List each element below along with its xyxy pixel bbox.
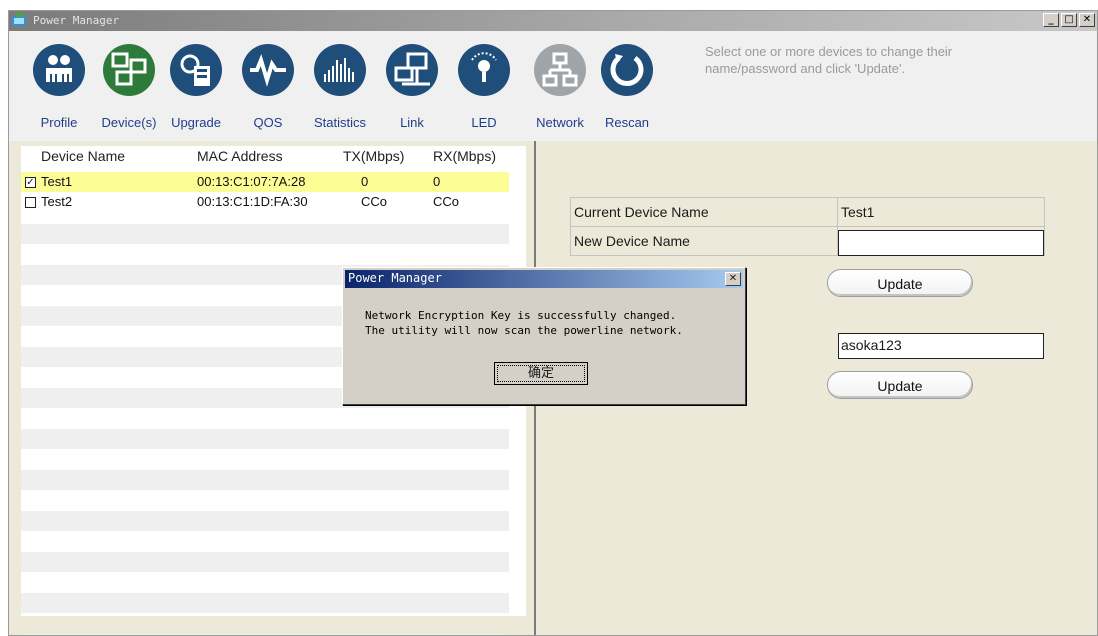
toolbar-upgrade-button[interactable]: Upgrade	[166, 31, 226, 141]
app-icon	[12, 13, 26, 26]
toolbar-qos-button[interactable]: QOS	[238, 31, 298, 141]
instruction-text: Select one or more devices to change the…	[705, 44, 953, 76]
dialog-ok-label: 确定	[497, 365, 585, 382]
rescan-icon	[601, 44, 653, 96]
empty-row-stripe	[21, 552, 509, 572]
close-button[interactable]: ✕	[1079, 13, 1095, 27]
upgrade-icon	[170, 44, 222, 96]
tx-cell: CCo	[361, 194, 388, 209]
password-input[interactable]: asoka123	[838, 333, 1044, 359]
current-device-name-label: Current Device Name	[570, 197, 838, 227]
col-header-device-name[interactable]: Device Name	[41, 148, 125, 164]
link-computer-icon	[386, 44, 438, 96]
people-icon	[33, 44, 85, 96]
table-row[interactable]: ✓ Test1 00:13:C1:07:7A:28 0 0	[21, 172, 509, 192]
dialog-close-button[interactable]: ✕	[725, 272, 741, 286]
empty-row-stripe	[21, 593, 509, 613]
empty-row-stripe	[21, 429, 509, 449]
dialog-ok-button[interactable]: 确定	[494, 362, 588, 385]
new-device-name-label: New Device Name	[570, 226, 838, 256]
row-checkbox[interactable]: ✓	[25, 177, 36, 188]
toolbar: Profile Device(s) Upgrade QOS Statistics	[9, 31, 1097, 141]
toolbar-link-button[interactable]: Link	[382, 31, 442, 141]
toolbar-rescan-button[interactable]: Rescan	[597, 31, 657, 141]
device-name-cell: Test2	[41, 194, 73, 209]
toolbar-link-label: Link	[400, 115, 424, 130]
device-name-cell: Test1	[41, 174, 73, 189]
bars-icon	[314, 44, 366, 96]
dialog-title-bar[interactable]: Power Manager ✕	[345, 270, 743, 288]
empty-row-stripe	[21, 470, 509, 490]
tx-cell: 0	[361, 174, 369, 189]
toolbar-led-label: LED	[471, 115, 497, 130]
empty-row-stripe	[21, 511, 509, 531]
col-header-mac[interactable]: MAC Address	[197, 148, 283, 164]
title-bar[interactable]: Power Manager _ □ ✕	[9, 11, 1097, 31]
window-title: Power Manager	[33, 14, 120, 27]
dialog-title: Power Manager	[348, 271, 442, 285]
rx-cell: 0	[433, 174, 441, 189]
empty-row-stripe	[21, 224, 509, 244]
devices-icon	[103, 44, 155, 96]
pulse-icon	[242, 44, 294, 96]
col-header-tx[interactable]: TX(Mbps)	[343, 148, 404, 164]
mac-cell: 00:13:C1:1D:FA:30	[197, 194, 308, 209]
message-dialog: Power Manager ✕ Network Encryption Key i…	[342, 267, 746, 405]
mac-cell: 00:13:C1:07:7A:28	[197, 174, 306, 189]
row-checkbox[interactable]	[25, 197, 36, 208]
dialog-message: Network Encryption Key is successfully c…	[365, 309, 683, 337]
toolbar-profile-button[interactable]: Profile	[29, 31, 89, 141]
network-icon	[534, 44, 586, 96]
col-header-rx[interactable]: RX(Mbps)	[433, 148, 496, 164]
update-name-button[interactable]: Update	[827, 269, 973, 297]
toolbar-statistics-label: Statistics	[313, 115, 366, 130]
rx-cell: CCo	[433, 194, 460, 209]
toolbar-rescan-label: Rescan	[604, 115, 650, 130]
toolbar-qos-label: QOS	[253, 115, 283, 130]
toolbar-statistics-button[interactable]: Statistics	[310, 31, 370, 141]
update-password-button[interactable]: Update	[827, 371, 973, 399]
toolbar-upgrade-label: Upgrade	[171, 115, 221, 130]
toolbar-profile-label: Profile	[40, 115, 78, 130]
led-bulb-icon	[458, 44, 510, 96]
current-device-name-value: Test1	[837, 197, 1045, 227]
minimize-button[interactable]: _	[1043, 13, 1059, 27]
maximize-button[interactable]: □	[1061, 13, 1077, 27]
toolbar-led-button[interactable]: LED	[454, 31, 514, 141]
new-device-name-input[interactable]	[838, 230, 1044, 256]
toolbar-network-button[interactable]: Network	[530, 31, 590, 141]
table-row[interactable]: Test2 00:13:C1:1D:FA:30 CCo CCo	[21, 192, 509, 212]
toolbar-devices-button[interactable]: Device(s)	[99, 31, 159, 141]
